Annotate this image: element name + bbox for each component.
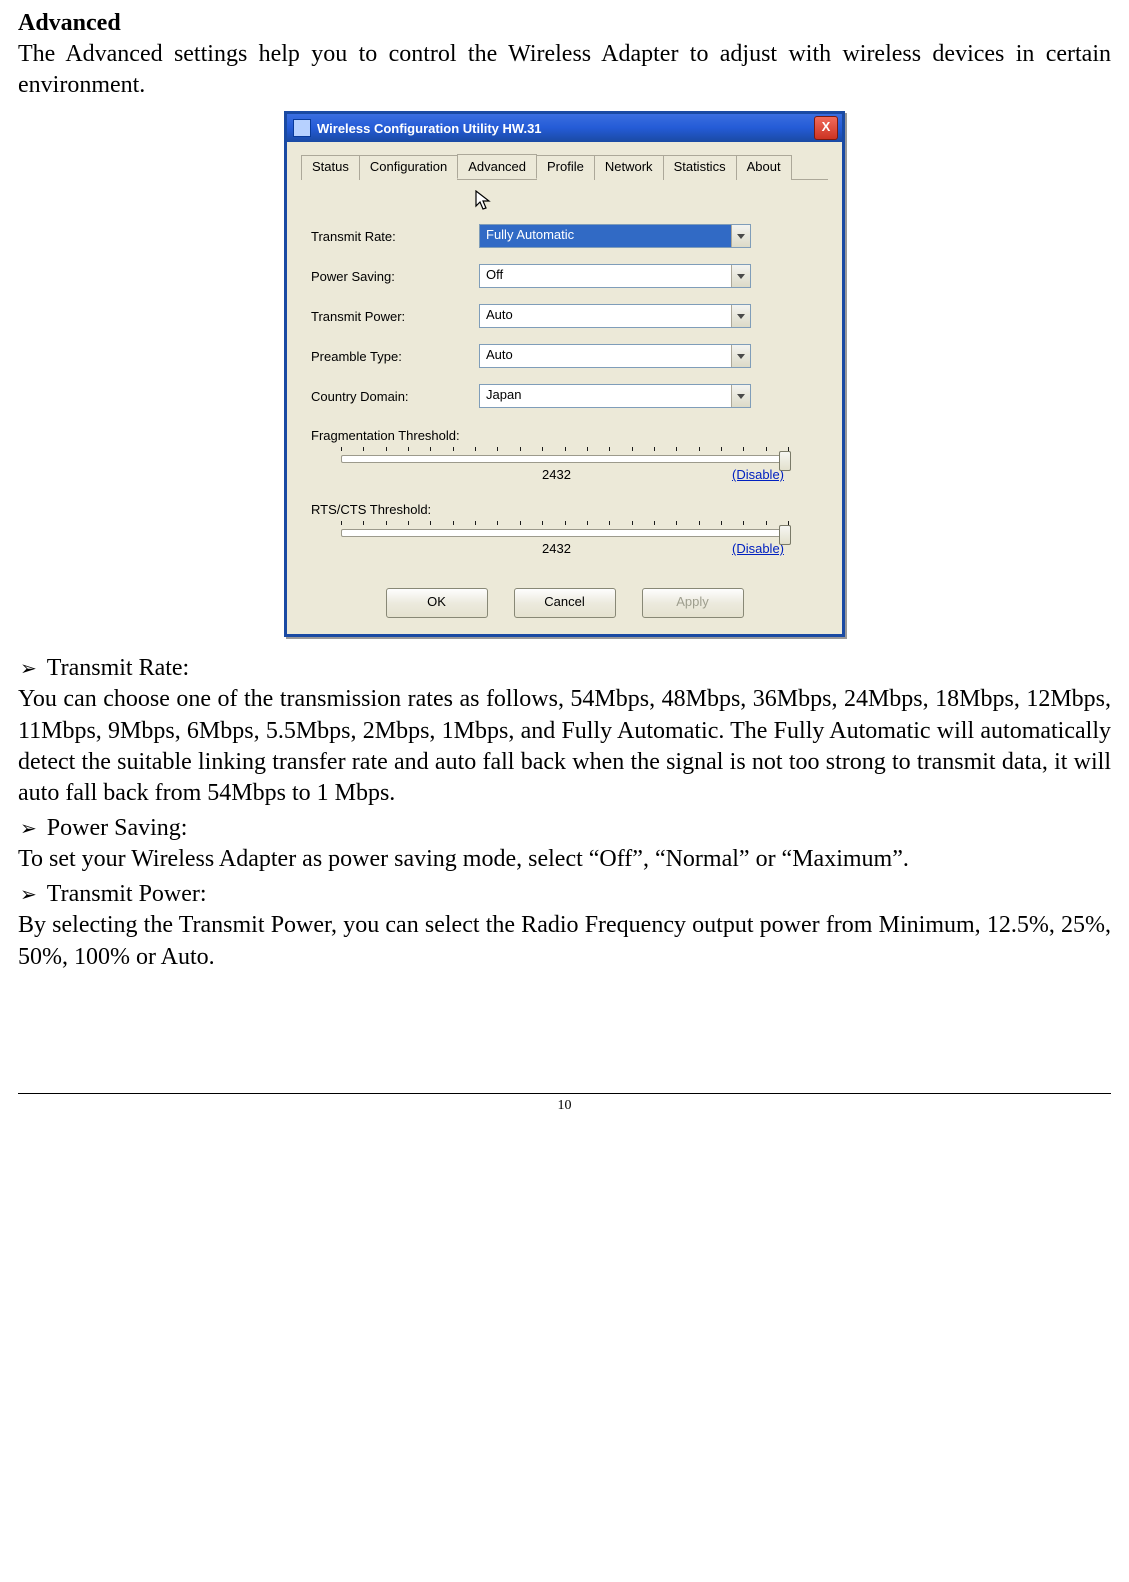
bullet-title: Transmit Power: [47,881,207,908]
bullet-title: Transmit Rate: [47,655,189,682]
tab-network[interactable]: Network [594,155,664,180]
dropdown-transmit-rate[interactable]: Fully Automatic [479,224,751,248]
dialog-window: Wireless Configuration Utility HW.31 X S… [284,111,845,637]
bullet-transmit-rate: ➢ Transmit Rate: [18,655,1111,682]
tab-configuration[interactable]: Configuration [359,155,458,180]
bullet-power-saving: ➢ Power Saving: [18,815,1111,842]
bullet-title: Power Saving: [47,815,188,842]
title-bar: Wireless Configuration Utility HW.31 X [287,114,842,142]
section-heading: Advanced [18,10,1111,37]
tab-advanced[interactable]: Advanced [457,154,537,179]
readout-rts: 2432 (Disable) [301,537,828,556]
chevron-down-icon[interactable] [731,225,750,247]
dropdown-value: Auto [480,305,731,327]
slider-ticks [341,519,788,529]
label-power-saving: Power Saving: [301,269,479,284]
close-button[interactable]: X [814,116,838,140]
tab-about[interactable]: About [736,155,792,180]
slider-fragmentation[interactable] [301,445,828,463]
dropdown-transmit-power[interactable]: Auto [479,304,751,328]
label-transmit-power: Transmit Power: [301,309,479,324]
screenshot-container: Wireless Configuration Utility HW.31 X S… [18,111,1111,637]
chevron-down-icon[interactable] [731,265,750,287]
ok-button[interactable]: OK [386,588,488,618]
slider-thumb[interactable] [779,525,791,545]
row-preamble-type: Preamble Type: Auto [301,344,828,368]
page-number: 10 [18,1093,1111,1130]
slider-ticks [341,445,788,455]
bullet-icon: ➢ [18,885,37,905]
chevron-down-icon[interactable] [731,385,750,407]
fragmentation-value: 2432 [381,467,732,482]
label-fragmentation-threshold: Fragmentation Threshold: [301,428,828,443]
cursor-icon [301,192,828,214]
para-power-saving: To set your Wireless Adapter as power sa… [18,844,1111,875]
row-transmit-power: Transmit Power: Auto [301,304,828,328]
dropdown-preamble-type[interactable]: Auto [479,344,751,368]
dropdown-value: Auto [480,345,731,367]
window-title: Wireless Configuration Utility HW.31 [317,121,814,136]
row-country-domain: Country Domain: Japan [301,384,828,408]
tab-strip: Status Configuration Advanced Profile Ne… [301,154,828,180]
slider-rts[interactable] [301,519,828,537]
dropdown-value: Fully Automatic [480,225,731,247]
slider-track[interactable] [341,455,788,463]
bullet-transmit-power: ➢ Transmit Power: [18,881,1111,908]
app-icon [293,119,311,137]
para-transmit-rate: You can choose one of the transmission r… [18,684,1111,809]
label-transmit-rate: Transmit Rate: [301,229,479,244]
slider-thumb[interactable] [779,451,791,471]
slider-track[interactable] [341,529,788,537]
cancel-button[interactable]: Cancel [514,588,616,618]
tab-status[interactable]: Status [301,155,360,180]
bullet-icon: ➢ [18,659,37,679]
dropdown-country-domain[interactable]: Japan [479,384,751,408]
rts-value: 2432 [381,541,732,556]
dropdown-power-saving[interactable]: Off [479,264,751,288]
label-rts-threshold: RTS/CTS Threshold: [301,502,828,517]
label-country-domain: Country Domain: [301,389,479,404]
window-body: Status Configuration Advanced Profile Ne… [287,142,842,634]
button-row: OK Cancel Apply [301,588,828,618]
apply-button: Apply [642,588,744,618]
row-power-saving: Power Saving: Off [301,264,828,288]
chevron-down-icon[interactable] [731,345,750,367]
bullet-icon: ➢ [18,819,37,839]
para-transmit-power: By selecting the Transmit Power, you can… [18,910,1111,972]
chevron-down-icon[interactable] [731,305,750,327]
label-preamble-type: Preamble Type: [301,349,479,364]
tab-statistics[interactable]: Statistics [663,155,737,180]
tab-profile[interactable]: Profile [536,155,595,180]
dropdown-value: Japan [480,385,731,407]
dropdown-value: Off [480,265,731,287]
row-transmit-rate: Transmit Rate: Fully Automatic [301,224,828,248]
readout-fragmentation: 2432 (Disable) [301,463,828,482]
intro-paragraph: The Advanced settings help you to contro… [18,39,1111,101]
